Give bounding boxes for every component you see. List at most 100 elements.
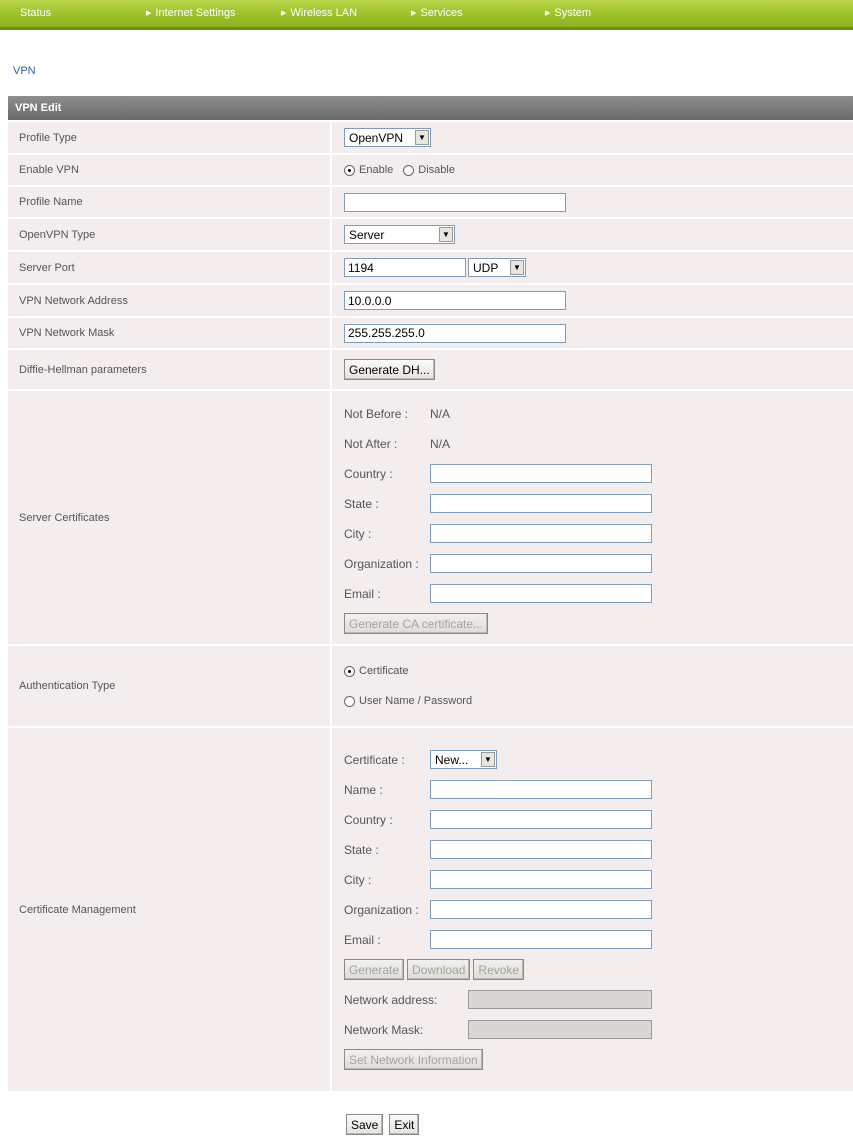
cm-state-row: State : [344,835,652,865]
profile-type-select[interactable]: OpenVPN ▼ [344,128,431,147]
revoke-button[interactable]: Revoke [473,959,525,980]
enable-radio-label: Enable [359,164,394,176]
cm-email-input[interactable] [430,930,652,949]
cm-state-label: State : [344,842,379,857]
set-network-information-button[interactable]: Set Network Information [344,1049,483,1070]
cm-net-mask-label: Network Mask: [344,1022,424,1037]
sc-city-label: City : [344,526,372,541]
cm-city-input[interactable] [430,870,652,889]
sc-city-row: City : [344,519,652,549]
profile-name-label: Profile Name [8,187,330,217]
triangle-right-icon: ▶ [411,10,417,17]
not-after-row: Not After : N/A [344,429,450,459]
authentication-type-label: Authentication Type [8,646,330,726]
radio-unchecked-icon [403,164,415,176]
not-after-label: Not After : [344,436,398,451]
cm-net-mask-row: Network Mask: [344,1015,652,1045]
chevron-down-icon: ▼ [439,227,453,242]
cm-name-row: Name : [344,775,652,805]
cm-net-address-input[interactable] [468,990,652,1009]
cm-city-label: City : [344,872,372,887]
sc-city-input[interactable] [430,524,652,543]
nav-status-label: Status [20,7,52,19]
cm-net-mask-input[interactable] [468,1020,652,1039]
nav-system[interactable]: ▶ System [545,7,591,19]
auth-userpass-radio[interactable]: User Name / Password [344,686,472,716]
nav-system-label: System [554,7,592,19]
auth-certificate-radio[interactable]: Certificate [344,656,409,686]
certificate-select[interactable]: New... ▼ [430,750,497,769]
certificate-management-label: Certificate Management [8,728,330,1091]
not-before-label: Not Before : [344,406,409,421]
triangle-right-icon: ▶ [545,10,551,17]
generate-button[interactable]: Generate [344,959,405,980]
server-certificates-label: Server Certificates [8,391,330,644]
disable-radio[interactable]: Disable [403,164,455,176]
network-mask-label: VPN Network Mask [8,318,330,348]
row-network-mask: VPN Network Mask [8,316,853,348]
server-port-label: Server Port [8,252,330,283]
row-profile-type: Profile Type OpenVPN ▼ [8,120,853,153]
enable-vpn-label: Enable VPN [8,155,330,185]
cm-certificate-row: Certificate : New... ▼ [344,745,497,775]
network-mask-input[interactable] [344,323,566,343]
profile-name-input[interactable] [344,192,566,212]
sc-email-input[interactable] [430,584,652,603]
cm-country-label: Country : [344,812,393,827]
row-openvpn-type: OpenVPN Type Server ▼ [8,217,853,250]
sc-country-row: Country : [344,459,652,489]
generate-ca-row: Generate CA certificate... [344,609,489,639]
sc-organization-input[interactable] [430,554,652,573]
openvpn-type-select[interactable]: Server ▼ [344,225,455,244]
cm-certificate-label: Certificate : [344,752,405,767]
nav-wireless-lan[interactable]: ▶ Wireless LAN [281,7,357,19]
not-before-row: Not Before : N/A [344,399,450,429]
profile-type-label: Profile Type [8,122,330,153]
cm-action-buttons: Generate Download Revoke [344,955,525,985]
openvpn-type-label: OpenVPN Type [8,219,330,250]
sc-organization-label: Organization : [344,556,419,571]
cm-name-label: Name : [344,782,383,797]
download-button[interactable]: Download [407,959,471,980]
disable-radio-label: Disable [418,164,455,176]
network-address-label: VPN Network Address [8,285,330,316]
protocol-select[interactable]: UDP ▼ [468,258,526,277]
cm-organization-label: Organization : [344,902,419,917]
row-authentication-type: Authentication Type Certificate User Nam… [8,644,853,726]
nav-internet-settings[interactable]: ▶ Internet Settings [146,7,236,19]
generate-ca-button[interactable]: Generate CA certificate... [344,613,489,634]
cm-name-input[interactable] [430,780,652,799]
nav-services[interactable]: ▶ Services [411,7,463,19]
chevron-down-icon: ▼ [481,752,495,767]
nav-internet-settings-label: Internet Settings [155,7,236,19]
form-title: VPN Edit [8,96,853,120]
cm-city-row: City : [344,865,652,895]
chevron-down-icon: ▼ [510,260,524,275]
vpn-breadcrumb-link[interactable]: VPN [13,65,36,77]
radio-checked-icon [344,665,355,677]
generate-dh-button[interactable]: Generate DH... [344,359,435,380]
row-profile-name: Profile Name [8,185,853,217]
sc-state-input[interactable] [430,494,652,513]
nav-status[interactable]: Status [20,7,51,19]
cm-organization-input[interactable] [430,900,652,919]
row-server-port: Server Port UDP ▼ [8,250,853,283]
sc-country-input[interactable] [430,464,652,483]
dh-label: Diffie-Hellman parameters [8,350,330,389]
save-button[interactable]: Save [346,1114,384,1135]
exit-button[interactable]: Exit [389,1114,420,1135]
network-address-input[interactable] [344,291,566,310]
radio-checked-icon [344,164,355,176]
server-port-input[interactable] [344,258,466,277]
cm-net-address-label: Network address: [344,992,438,1007]
sc-email-row: Email : [344,579,652,609]
top-nav-bar: Status ▶ Internet Settings ▶ Wireless LAN … [0,0,853,30]
enable-radio[interactable]: Enable [344,164,393,176]
row-enable-vpn: Enable VPN Enable Disable [8,153,853,185]
not-before-value: N/A [430,406,451,421]
cm-state-input[interactable] [430,840,652,859]
sc-state-label: State : [344,496,379,511]
sc-email-label: Email : [344,586,381,601]
cm-country-input[interactable] [430,810,652,829]
cm-organization-row: Organization : [344,895,652,925]
